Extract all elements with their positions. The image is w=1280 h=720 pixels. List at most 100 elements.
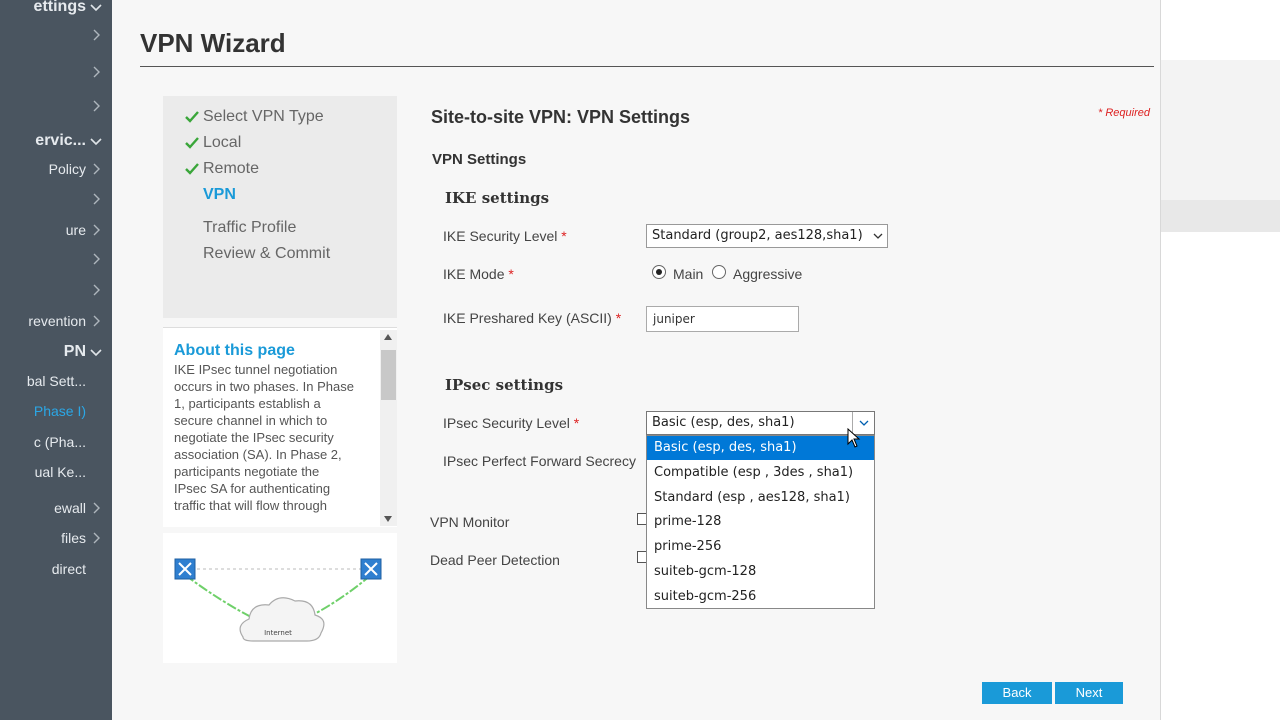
ike-mode-label: IKE Mode * — [443, 266, 514, 282]
ipsec-pfs-label: IPsec Perfect Forward Secrecy — [443, 453, 636, 469]
next-button[interactable]: Next — [1055, 682, 1123, 704]
dropdown-option[interactable]: suiteb-gcm-256 — [647, 585, 874, 609]
wizard-step[interactable]: Traffic Profile — [203, 219, 296, 237]
sidebar-item[interactable] — [0, 188, 112, 210]
ike-psk-label: IKE Preshared Key (ASCII) * — [443, 310, 622, 326]
mouse-cursor-icon — [847, 428, 861, 448]
required-note: * Required — [1098, 107, 1150, 119]
sidebar-item[interactable]: direct — [0, 558, 112, 580]
dropdown-option[interactable]: suiteb-gcm-128 — [647, 560, 874, 584]
chevron-right-icon[interactable] — [90, 315, 102, 327]
chevron-right-icon[interactable] — [90, 163, 102, 175]
sidebar-item-label: bal Sett... — [26, 373, 86, 389]
chevron-right-icon[interactable] — [90, 253, 102, 265]
sidebar-item[interactable]: PN — [0, 341, 112, 363]
title-divider — [140, 66, 1154, 67]
wizard-steps: Select VPN Type Local Remote VPN Traffic Pro… — [163, 96, 397, 318]
sidebar-item-label: PN — [63, 343, 86, 360]
wizard-step[interactable]: Local — [203, 134, 241, 152]
sidebar-item[interactable]: files — [0, 527, 112, 549]
sidebar-item-label: ervic... — [35, 132, 86, 149]
sidebar-item[interactable]: ewall — [0, 497, 112, 519]
checkmark-icon — [185, 136, 199, 150]
sidebar-item[interactable]: Policy — [0, 158, 112, 180]
sidebar-item[interactable]: ual Ke... — [0, 461, 112, 483]
about-text: IKE IPsec tunnel negotiation occurs in t… — [174, 362, 354, 513]
scroll-thumb[interactable] — [381, 350, 396, 400]
checkmark-icon — [185, 162, 199, 176]
page-title: VPN Wizard — [140, 28, 286, 58]
wizard-step[interactable]: Remote — [203, 160, 259, 178]
about-panel: About this page IKE IPsec tunnel negotia… — [163, 327, 397, 527]
chevron-right-icon[interactable] — [90, 66, 102, 78]
ike-security-level-label: IKE Security Level * — [443, 228, 567, 244]
sidebar-item-label: Phase I) — [33, 403, 86, 419]
sidebar-item-label: files — [61, 530, 86, 546]
ipsec-security-level-select[interactable]: Basic (esp, des, sha1) — [646, 411, 875, 435]
ike-mode-aggressive-radio[interactable] — [712, 265, 726, 279]
sidebar-item[interactable] — [0, 61, 112, 83]
chevron-down-icon — [859, 420, 869, 426]
sidebar-item-label: ual Ke... — [34, 464, 86, 480]
right-band — [1161, 60, 1280, 200]
chevron-right-icon[interactable] — [90, 29, 102, 41]
sidebar-item[interactable]: ettings — [0, 0, 112, 18]
chevron-right-icon[interactable] — [90, 100, 102, 112]
section-title: Site-to-site VPN: VPN Settings — [431, 107, 691, 127]
ike-settings-heading: IKE settings — [445, 189, 550, 207]
sidebar-item-label: revention — [28, 313, 86, 329]
wizard-step[interactable]: VPN — [203, 186, 236, 204]
back-button[interactable]: Back — [982, 682, 1052, 704]
chevron-right-icon[interactable] — [90, 193, 102, 205]
dropdown-option[interactable]: Compatible (esp , 3des , sha1) — [647, 461, 874, 485]
scroll-up-arrow-icon[interactable] — [384, 334, 392, 340]
sidebar-item[interactable]: ure — [0, 219, 112, 241]
chevron-right-icon[interactable] — [90, 284, 102, 296]
vpn-settings-heading: VPN Settings — [432, 151, 527, 168]
router-right-icon — [360, 558, 382, 580]
sidebar-item-label: c (Pha... — [33, 434, 86, 450]
chevron-right-icon[interactable] — [90, 532, 102, 544]
ike-mode-main-label: Main — [673, 266, 704, 282]
vpn-monitor-label: VPN Monitor — [430, 514, 510, 530]
sidebar-item[interactable]: Phase I) — [0, 400, 112, 422]
dropdown-option[interactable]: prime-128 — [647, 510, 874, 534]
dropdown-option[interactable]: prime-256 — [647, 535, 874, 559]
ipsec-security-level-label: IPsec Security Level * — [443, 415, 580, 431]
sidebar-item[interactable] — [0, 24, 112, 46]
sidebar-item[interactable] — [0, 248, 112, 270]
topology-svg: Internet — [174, 558, 382, 642]
chevron-right-icon[interactable] — [90, 502, 102, 514]
sidebar-item[interactable]: bal Sett... — [0, 370, 112, 392]
checkmark-icon — [185, 110, 199, 124]
sidebar-item[interactable] — [0, 279, 112, 301]
chevron-down-icon[interactable] — [90, 1, 102, 13]
vpn-topology-diagram: Internet — [163, 533, 397, 663]
wizard-step[interactable]: Review & Commit — [203, 245, 330, 263]
chevron-right-icon[interactable] — [90, 224, 102, 236]
router-left-icon — [174, 558, 196, 580]
wizard-step[interactable]: Select VPN Type — [203, 108, 324, 126]
scroll-down-arrow-icon[interactable] — [384, 516, 392, 522]
sidebar-item-label: ettings — [33, 0, 86, 15]
main-panel: VPN Wizard Select VPN Type Local Remote VPN… — [112, 0, 1160, 720]
chevron-down-icon — [873, 233, 883, 239]
sidebar-item[interactable]: ervic... — [0, 130, 112, 152]
ike-security-level-select[interactable]: Standard (group2, aes128,sha1) — [646, 224, 888, 248]
cloud-label: Internet — [264, 629, 292, 637]
dropdown-option[interactable]: Standard (esp , aes128, sha1) — [647, 486, 874, 510]
ike-mode-main-radio[interactable] — [652, 265, 666, 279]
ike-psk-input[interactable]: juniper — [646, 306, 799, 332]
chevron-down-icon[interactable] — [90, 135, 102, 147]
sidebar-item[interactable]: revention — [0, 310, 112, 332]
sidebar-item[interactable] — [0, 95, 112, 117]
dpd-label: Dead Peer Detection — [430, 552, 560, 568]
sidebar-item[interactable]: c (Pha... — [0, 431, 112, 453]
about-scrollbar[interactable] — [380, 330, 397, 526]
dropdown-option[interactable]: Basic (esp, des, sha1) — [647, 436, 874, 460]
chevron-down-icon[interactable] — [90, 346, 102, 358]
ike-mode-aggressive-label: Aggressive — [733, 266, 803, 282]
right-band-highlight — [1161, 200, 1280, 232]
sidebar-item-label: ure — [65, 222, 86, 238]
about-title: About this page — [174, 342, 295, 359]
